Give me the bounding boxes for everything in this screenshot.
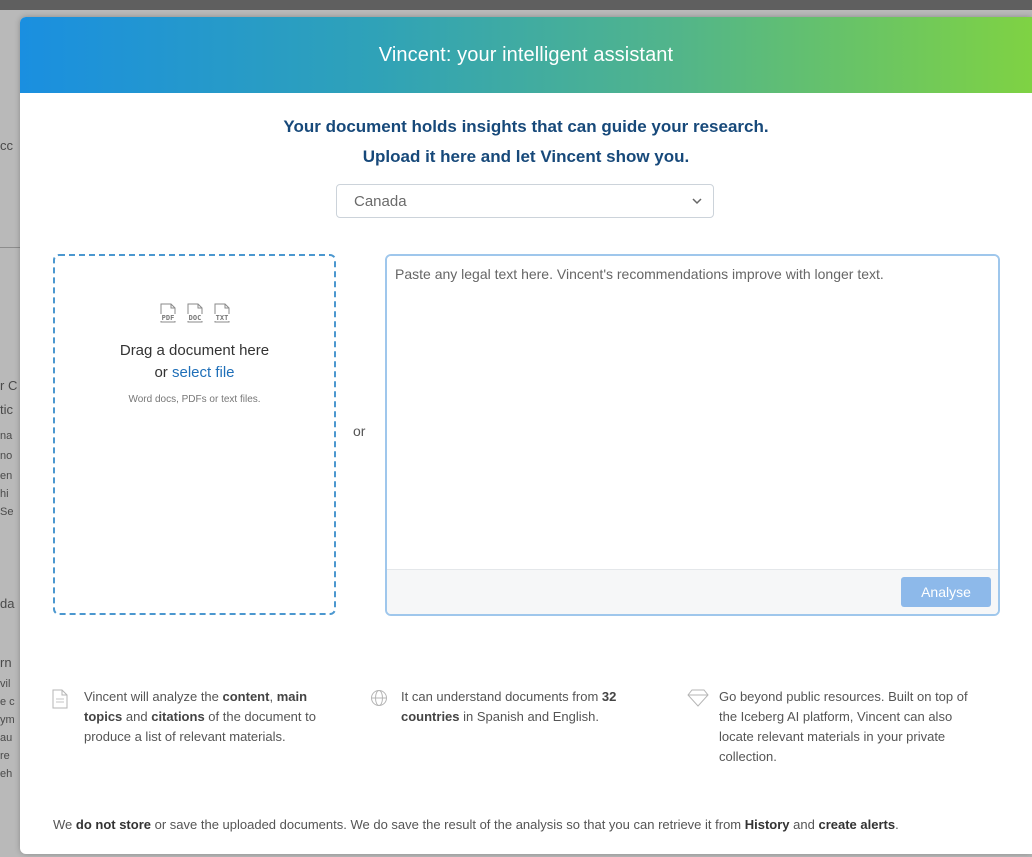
note-text: We [53, 817, 76, 832]
file-type-icons: PDF DOC TXT [55, 303, 334, 325]
intro-line-1: Your document holds insights that can gu… [283, 117, 769, 136]
accepted-types-text: Word docs, PDFs or text files. [128, 394, 261, 405]
feature-text: Go beyond public resources. Built on top… [719, 689, 968, 764]
txt-file-icon: TXT [211, 303, 231, 323]
paste-text-area[interactable] [387, 256, 998, 570]
background-text: ym [0, 714, 15, 726]
feature-text: and [122, 709, 152, 724]
select-file-line: or select file [55, 362, 334, 384]
feature-analysis: Vincent will analyze the content, main t… [84, 687, 346, 747]
paste-text-box: Analyse [385, 254, 1000, 616]
note-text: . [895, 817, 899, 832]
pdf-label: PDF [161, 314, 174, 322]
analyse-button[interactable]: Analyse [901, 577, 991, 607]
upload-dropzone[interactable]: PDF DOC TXT Drag a document here or sele… [53, 254, 336, 615]
background-text: vil [0, 678, 11, 690]
background-text: rn [0, 655, 12, 670]
note-text-bold: do not store [75, 817, 151, 832]
or-prefix: or [154, 364, 168, 381]
history-link[interactable]: History [745, 817, 790, 832]
background-text: Se [0, 506, 14, 518]
feature-countries: It can understand documents from 32 coun… [401, 687, 661, 727]
feature-text: It can understand documents from [401, 689, 602, 704]
background-divider [0, 247, 20, 248]
feature-text: Vincent will analyze the [84, 689, 223, 704]
background-text: cc [0, 138, 13, 153]
background-text: hi [0, 488, 9, 500]
modal-header: Vincent: your intelligent assistant [20, 17, 1032, 93]
globe-icon [371, 690, 387, 706]
drag-instructions: Drag a document here or select file [55, 340, 334, 384]
country-select[interactable]: Canada [336, 184, 714, 218]
pdf-file-icon: PDF [157, 303, 177, 323]
or-separator: or [353, 423, 366, 439]
doc-file-icon: DOC [184, 303, 204, 323]
document-icon [52, 689, 68, 709]
create-alerts-link[interactable]: create alerts [818, 817, 895, 832]
drag-text: Drag a document here [119, 342, 270, 359]
modal-title: Vincent: your intelligent assistant [378, 43, 674, 66]
background-text: r C [0, 378, 18, 393]
background-text: eh [0, 768, 13, 780]
txt-label: TXT [215, 314, 228, 322]
country-select-value: Canada [354, 192, 407, 210]
paste-footer: Analyse [387, 569, 998, 614]
chevron-down-icon [692, 198, 702, 205]
background-text: re [0, 750, 10, 762]
intro: Your document holds insights that can gu… [20, 112, 1032, 172]
doc-label: DOC [188, 314, 201, 322]
diamond-icon [687, 689, 709, 707]
intro-line-2: Upload it here and let Vincent show you. [362, 147, 690, 166]
feature-private-collection: Go beyond public resources. Built on top… [719, 687, 981, 767]
select-file-link[interactable]: select file [172, 364, 235, 381]
background-text: en [0, 470, 13, 482]
background-text: no [0, 450, 13, 462]
background-text: da [0, 596, 15, 611]
feature-text-bold: content [222, 689, 270, 704]
note-text: or save the uploaded documents. We do sa… [151, 817, 745, 832]
feature-text: in Spanish and English. [459, 709, 599, 724]
feature-text-bold: citations [151, 709, 205, 724]
background-text: e c [0, 696, 15, 708]
background-text: au [0, 732, 13, 744]
background-text: tic [0, 402, 13, 417]
note-text: and [789, 817, 819, 832]
background-text: na [0, 430, 13, 442]
storage-note: We do not store or save the uploaded doc… [53, 817, 899, 832]
vincent-modal: Vincent: your intelligent assistant Your… [20, 17, 1032, 854]
feature-text: , [269, 689, 277, 704]
